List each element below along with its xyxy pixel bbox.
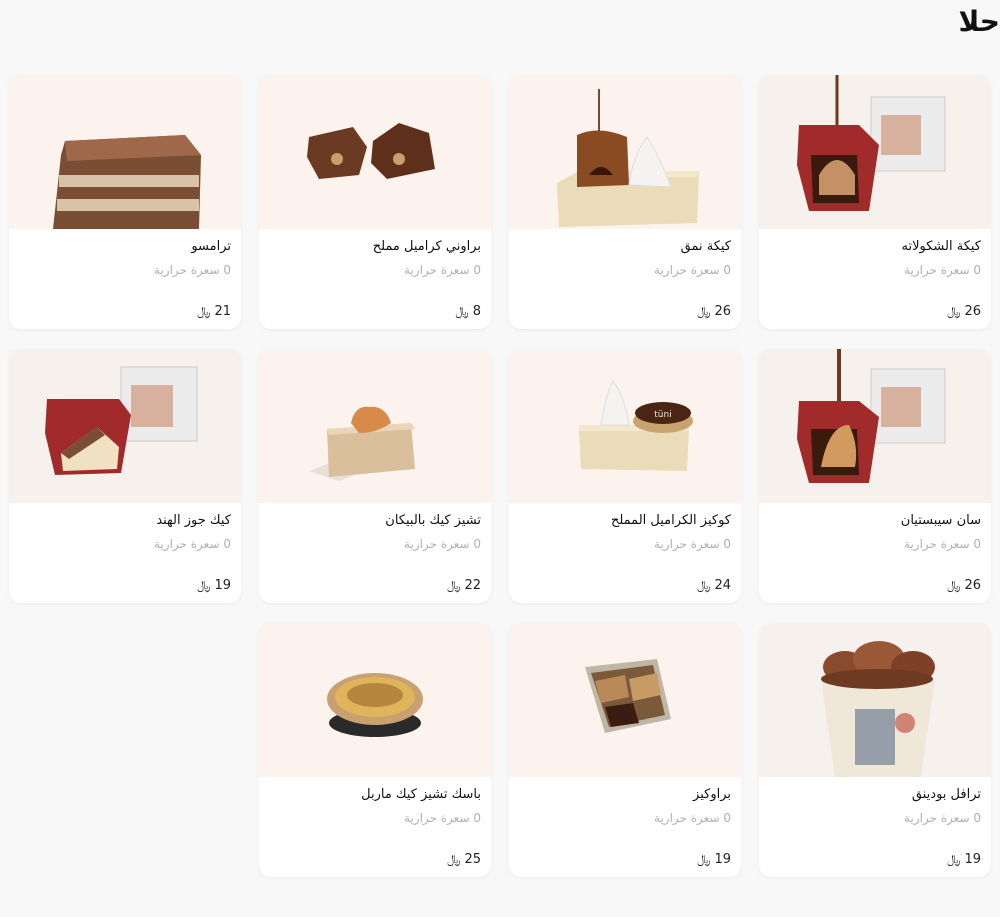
- currency-icon: ﷼: [697, 304, 711, 318]
- product-name: براوني كراميل مملح: [372, 239, 481, 254]
- product-card-cookie[interactable]: tüni كوكيز الكراميل المملح 0 سعرة حرارية…: [509, 349, 741, 603]
- product-name: باسك تشيز كيك ماربل: [361, 787, 481, 802]
- product-calories: 0 سعرة حرارية: [904, 263, 981, 277]
- product-price: 25 ﷼: [447, 852, 481, 867]
- cookie-image: tüni: [509, 349, 741, 503]
- product-card-basque-cheesecake[interactable]: باسك تشيز كيك ماربل 0 سعرة حرارية 25 ﷼: [259, 623, 491, 877]
- product-card-pecan-cheesecake[interactable]: تشيز كيك بالبيكان 0 سعرة حرارية 22 ﷼: [259, 349, 491, 603]
- product-card-brookies[interactable]: براوكيز 0 سعرة حرارية 19 ﷼: [509, 623, 741, 877]
- product-price: 22 ﷼: [447, 578, 481, 593]
- currency-icon: ﷼: [947, 852, 961, 866]
- product-card-tiramisu[interactable]: ترامسو 0 سعرة حرارية 21 ﷼: [9, 75, 241, 329]
- product-calories: 0 سعرة حرارية: [654, 263, 731, 277]
- chocolate-cake-box-image: [759, 75, 991, 229]
- product-price: 24 ﷼: [697, 578, 731, 593]
- product-price: 26 ﷼: [947, 304, 981, 319]
- currency-icon: ﷼: [455, 304, 469, 318]
- product-calories: 0 سعرة حرارية: [654, 811, 731, 825]
- product-price: 26 ﷼: [697, 304, 731, 319]
- product-name: كيك جوز الهند: [156, 513, 231, 528]
- product-card-lava-cake[interactable]: كيكة نمق 0 سعرة حرارية 26 ﷼: [509, 75, 741, 329]
- product-name: ترافل بودينق: [911, 787, 981, 802]
- product-price: 19 ﷼: [197, 578, 231, 593]
- product-card-coconut-cake[interactable]: كيك جوز الهند 0 سعرة حرارية 19 ﷼: [9, 349, 241, 603]
- currency-icon: ﷼: [947, 578, 961, 592]
- product-calories: 0 سعرة حرارية: [904, 537, 981, 551]
- product-card-truffle-pudding[interactable]: ترافل بودينق 0 سعرة حرارية 19 ﷼: [759, 623, 991, 877]
- currency-icon: ﷼: [697, 852, 711, 866]
- product-price: 21 ﷼: [197, 304, 231, 319]
- product-price: 8 ﷼: [455, 304, 481, 319]
- product-name: براوكيز: [693, 787, 731, 802]
- brownie-image: [259, 75, 491, 229]
- product-name: تشيز كيك بالبيكان: [385, 513, 481, 528]
- product-name: كيكة نمق: [680, 239, 731, 254]
- product-name: كوكيز الكراميل المملح: [610, 513, 731, 528]
- truffle-pudding-cup-image: [759, 623, 991, 777]
- currency-icon: ﷼: [447, 578, 461, 592]
- product-calories: 0 سعرة حرارية: [904, 811, 981, 825]
- tiramisu-image: [9, 75, 241, 229]
- product-calories: 0 سعرة حرارية: [154, 537, 231, 551]
- svg-text:tüni: tüni: [654, 410, 671, 420]
- basque-cheesecake-image: [259, 623, 491, 777]
- pecan-cheesecake-image: [259, 349, 491, 503]
- lava-cake-image: [509, 75, 741, 229]
- product-name: ترامسو: [191, 239, 231, 254]
- product-calories: 0 سعرة حرارية: [654, 537, 731, 551]
- product-calories: 0 سعرة حرارية: [404, 811, 481, 825]
- product-name: سان سيبستيان: [900, 513, 981, 528]
- product-calories: 0 سعرة حرارية: [154, 263, 231, 277]
- product-card-chocolate-cake[interactable]: كيكة الشكولاته 0 سعرة حرارية 26 ﷼: [759, 75, 991, 329]
- brookies-tray-image: [509, 623, 741, 777]
- product-card-san-sebastian[interactable]: سان سيبستيان 0 سعرة حرارية 26 ﷼: [759, 349, 991, 603]
- product-calories: 0 سعرة حرارية: [404, 263, 481, 277]
- currency-icon: ﷼: [197, 304, 211, 318]
- currency-icon: ﷼: [947, 304, 961, 318]
- san-sebastian-box-image: [759, 349, 991, 503]
- product-price: 19 ﷼: [697, 852, 731, 867]
- product-card-brownie[interactable]: براوني كراميل مملح 0 سعرة حرارية 8 ﷼: [259, 75, 491, 329]
- currency-icon: ﷼: [697, 578, 711, 592]
- product-calories: 0 سعرة حرارية: [404, 537, 481, 551]
- currency-icon: ﷼: [197, 578, 211, 592]
- product-name: كيكة الشكولاته: [901, 239, 981, 254]
- product-grid: كيكة الشكولاته 0 سعرة حرارية 26 ﷼ كيكة نم…: [0, 0, 1000, 917]
- product-price: 19 ﷼: [947, 852, 981, 867]
- currency-icon: ﷼: [447, 852, 461, 866]
- product-price: 26 ﷼: [947, 578, 981, 593]
- coconut-cake-box-image: [9, 349, 241, 503]
